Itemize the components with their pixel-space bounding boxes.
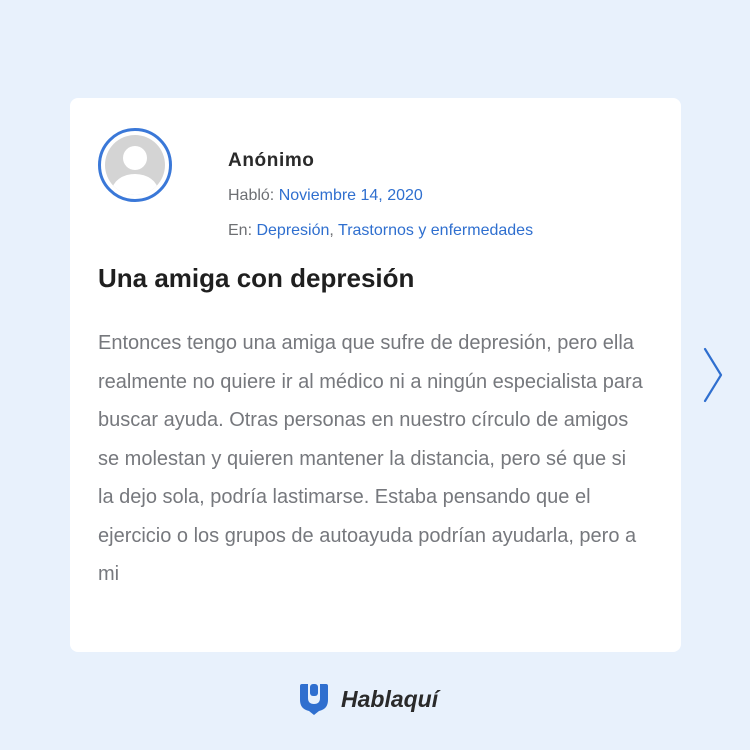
category-separator: , [329, 222, 339, 239]
chevron-right-icon[interactable] [700, 346, 726, 404]
date-label: Habló: [228, 187, 275, 204]
post-categories-line: En: Depresión, Trastornos y enfermedades [228, 222, 533, 240]
user-placeholder-icon [105, 135, 165, 195]
post-body: Entonces tengo una amiga que sufre de de… [98, 332, 643, 585]
post-card: Anónimo Habló: Noviembre 14, 2020 En: De… [70, 98, 681, 652]
category-link-trastornos[interactable]: Trastornos y enfermedades [338, 222, 533, 239]
avatar [98, 128, 172, 202]
post-date-link[interactable]: Noviembre 14, 2020 [279, 187, 423, 204]
hablaqui-logo-icon [298, 682, 330, 716]
author-name: Anónimo [228, 150, 315, 171]
category-label: En: [228, 222, 253, 239]
post-date-line: Habló: Noviembre 14, 2020 [228, 187, 423, 205]
brand-name: Hablaquí [341, 685, 439, 712]
brand: Hablaquí [298, 682, 438, 716]
post-title: Una amiga con depresión [98, 263, 415, 293]
category-link-depresion[interactable]: Depresión [256, 222, 329, 239]
